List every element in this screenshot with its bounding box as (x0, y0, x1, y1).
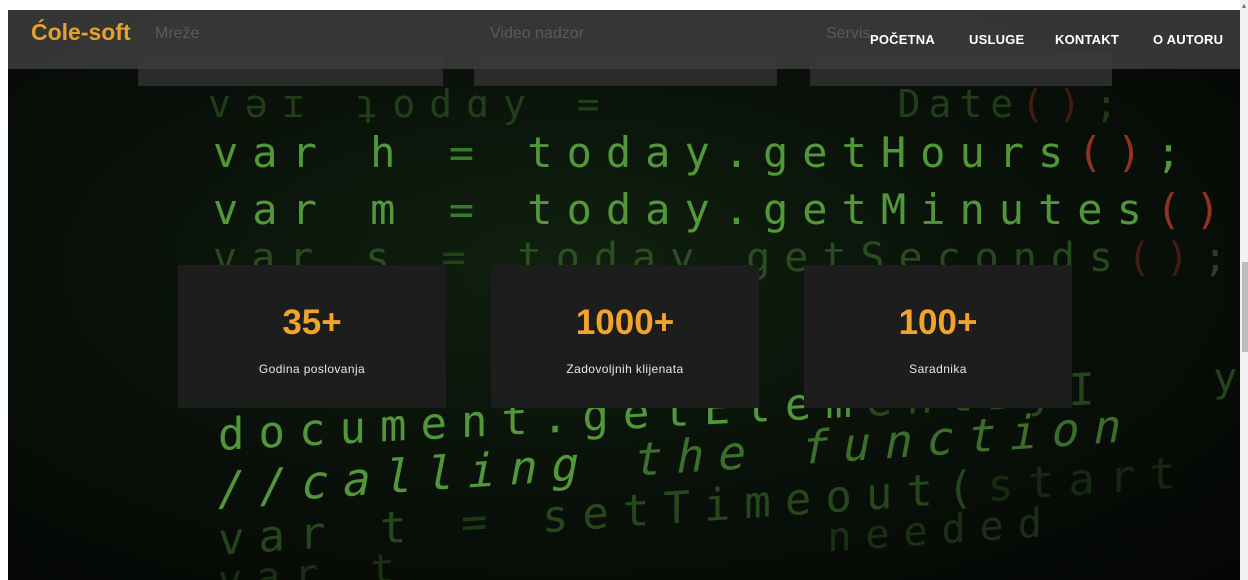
stat-value: 35+ (282, 303, 342, 342)
stat-card-partners: 100+ Saradnika (804, 265, 1072, 408)
brand-logo[interactable]: Ćole-soft (31, 19, 131, 46)
stat-label: Zadovoljnih klijenata (566, 362, 684, 376)
stat-label: Saradnika (909, 362, 967, 376)
top-navbar: Ćole-soft Mreže Video nadzor Servis POČE… (8, 10, 1240, 69)
stat-label: Godina poslovanja (258, 362, 366, 376)
scrollbar-thumb[interactable] (1242, 262, 1248, 352)
nav-home[interactable]: POČETNA (870, 32, 935, 47)
code-line: //calling the function (218, 397, 1136, 516)
scroll-up-arrow-icon[interactable]: ▴ (1240, 0, 1248, 12)
stat-value: 100+ (898, 303, 978, 342)
ghost-label-networks: Mreže (155, 25, 200, 42)
nav-contact[interactable]: KONTAKT (1055, 32, 1119, 47)
code-line: var t needed (218, 499, 1056, 580)
code-line: var m = today.getMinutes(); (213, 185, 1240, 234)
code-line: vəɪ ʇodɑy = Date(); (208, 82, 1132, 126)
stat-card-years: 35+ Godina poslovanja (178, 265, 446, 408)
code-line: var h = today.getHours(); (213, 128, 1196, 177)
stat-card-clients: 1000+ Zadovoljnih klijenata (491, 265, 759, 408)
code-line: var t = setTimeout(start (218, 447, 1190, 566)
nav-services[interactable]: USLUGE (969, 32, 1024, 47)
nav-about[interactable]: O AUTORU (1153, 32, 1223, 47)
stat-value: 1000+ (575, 303, 675, 342)
ghost-label-service: Servis (826, 25, 871, 42)
page-viewport: vəɪ ʇodɑy = Date(); var h = today.getHou… (8, 10, 1240, 580)
ghost-label-video: Video nadzor (490, 25, 584, 42)
